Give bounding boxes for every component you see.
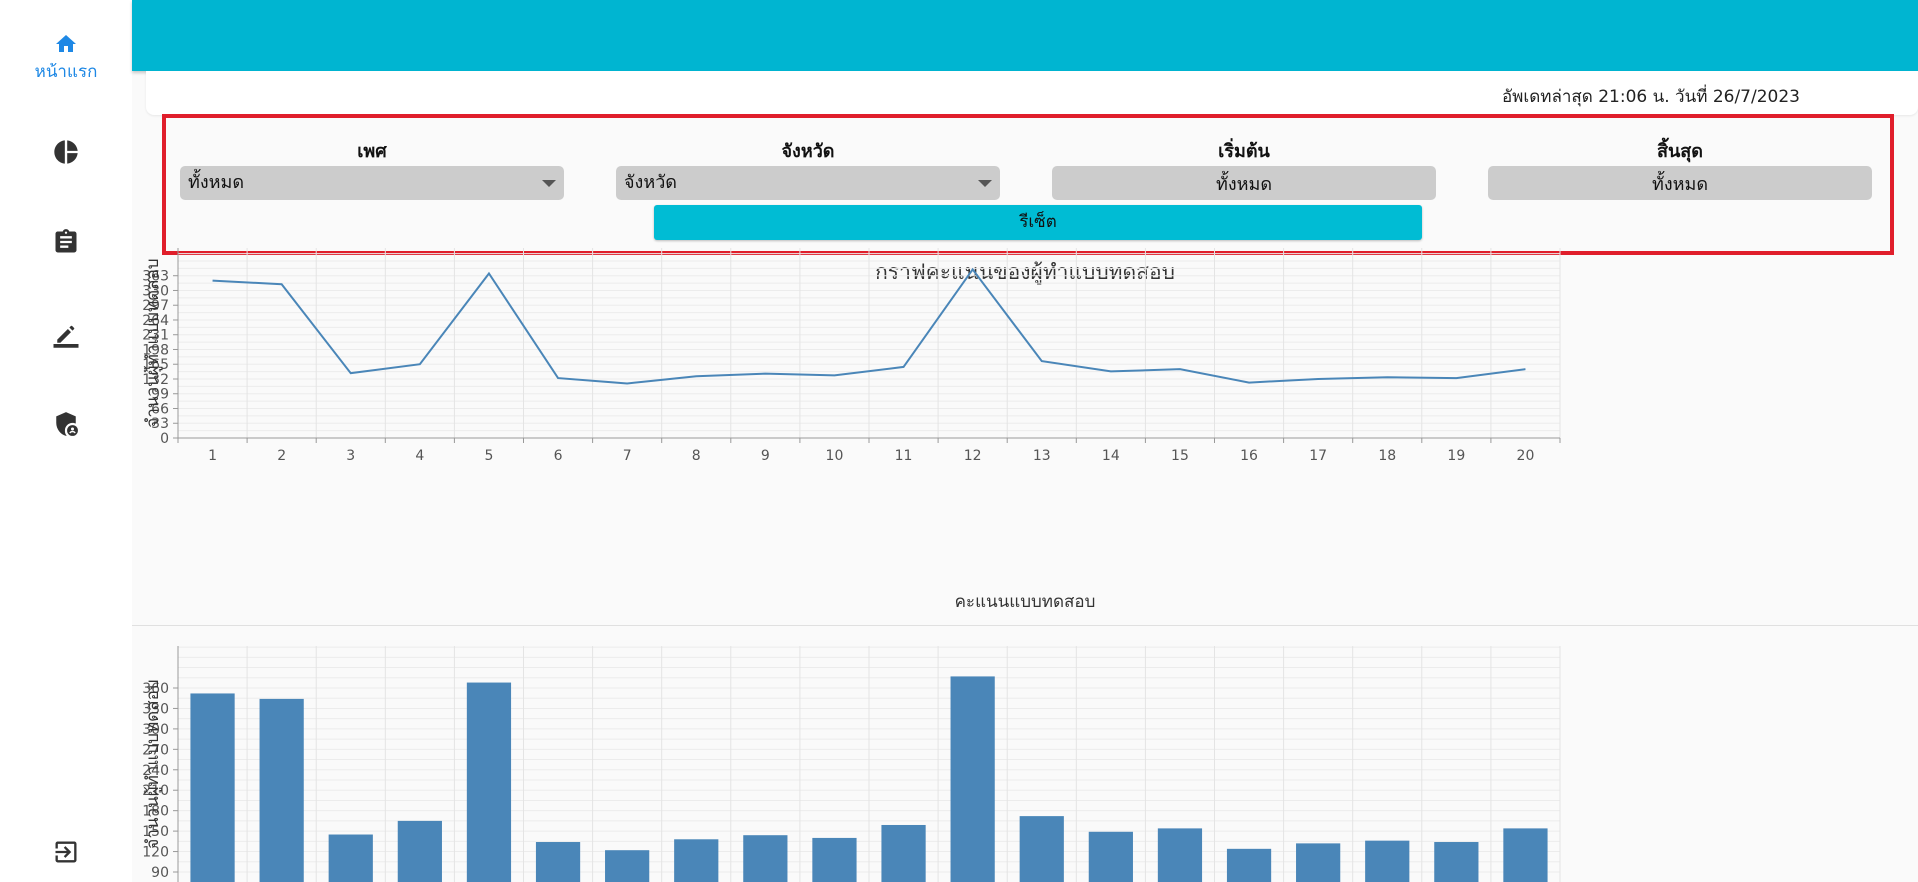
y-tick-label: 0 (160, 431, 169, 447)
sidebar-item-assignments[interactable] (0, 224, 132, 260)
x-tick-label: 8 (692, 448, 701, 464)
x-tick-label: 5 (484, 448, 493, 464)
x-tick-label: 2 (277, 448, 286, 464)
line-chart-xlabel: คะแนนแบบทดสอบ (954, 592, 1096, 612)
sidebar-item-dashboard[interactable] (0, 134, 132, 170)
x-tick-label: 4 (415, 448, 424, 464)
bar (605, 850, 650, 882)
x-tick-label: 10 (826, 448, 844, 464)
sidebar-item-label: หน้าแรก (34, 61, 98, 82)
x-tick-label: 11 (895, 448, 913, 464)
x-tick-label: 16 (1240, 448, 1258, 464)
bar (1019, 816, 1064, 882)
x-tick-label: 13 (1033, 448, 1051, 464)
clipboard-icon (55, 229, 77, 253)
home-icon (56, 34, 76, 52)
bar (1088, 831, 1133, 882)
x-tick-label: 20 (1517, 448, 1535, 464)
bar (674, 839, 719, 882)
bar-chart-ylabel: จำนวนผู้ทำแบบทดสอบ (143, 679, 163, 848)
bar (397, 820, 442, 882)
chart-divider (132, 625, 1918, 626)
x-tick-label: 9 (761, 448, 770, 464)
admin-shield-icon (56, 412, 78, 436)
pie-chart-icon (54, 140, 78, 164)
bar (1503, 828, 1548, 882)
x-tick-label: 18 (1378, 448, 1396, 464)
bar (466, 682, 512, 882)
x-tick-label: 1 (208, 448, 217, 464)
edit-icon (53, 325, 79, 348)
bar (1226, 848, 1272, 882)
bar (328, 834, 373, 882)
sidebar-item-edit[interactable] (0, 316, 132, 352)
bar (1296, 843, 1341, 882)
bar (1365, 840, 1410, 882)
main-content: อัพเดทล่าสุด 21:06 น. วันที่ 26/7/2023 เ… (132, 0, 1918, 882)
x-tick-label: 12 (964, 448, 982, 464)
x-tick-label: 7 (623, 448, 632, 464)
x-tick-label: 19 (1447, 448, 1465, 464)
logout-icon (55, 841, 77, 863)
bar (190, 693, 235, 882)
x-tick-label: 14 (1102, 448, 1120, 464)
y-tick-label: 90 (151, 865, 169, 881)
bar (812, 837, 857, 882)
x-tick-label: 15 (1171, 448, 1189, 464)
bar (1157, 828, 1203, 882)
bar (535, 842, 581, 882)
bar (743, 835, 788, 882)
bar (259, 698, 304, 882)
sidebar: หน้าแรก (0, 0, 132, 882)
sidebar-item-logout[interactable] (0, 834, 132, 870)
x-tick-label: 17 (1309, 448, 1327, 464)
bar (950, 676, 995, 882)
bar (881, 824, 926, 882)
x-tick-label: 3 (346, 448, 355, 464)
sidebar-item-home[interactable]: หน้าแรก (0, 28, 132, 88)
x-tick-label: 6 (554, 448, 563, 464)
line-chart-ylabel: จำนวนผู้ทำแบบทดสอบ (143, 258, 163, 427)
bar (1434, 842, 1479, 882)
sidebar-item-admin[interactable] (0, 406, 132, 442)
charts-canvas: 03366991321651982312642973303631 2 3 4 5 6 7 8 9… (142, 248, 1561, 882)
